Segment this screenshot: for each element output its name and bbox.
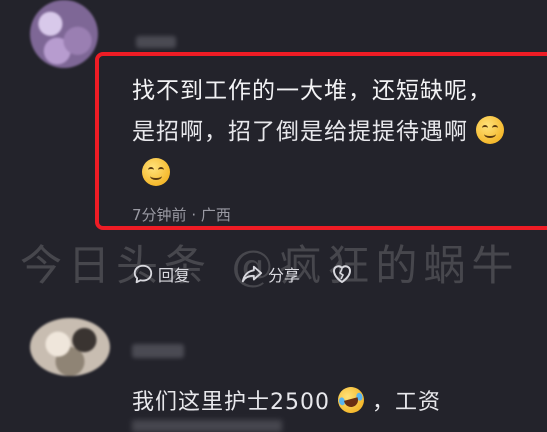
share-label: 分享 (268, 266, 301, 285)
smile-emoji-icon (142, 158, 170, 186)
reply-icon (133, 264, 153, 284)
commenter-avatar[interactable] (30, 0, 98, 68)
comment-text-line1: 找不到工作的一大堆，还短缺呢， (132, 78, 492, 104)
heart-icon (333, 265, 351, 283)
comment-time: 7分钟前 (132, 206, 187, 224)
comment-meta: 7分钟前 · 广西 (132, 204, 231, 225)
commenter-name-blurred[interactable] (136, 36, 176, 48)
comment2-text-part1: 我们这里护士2500 (132, 390, 330, 415)
reply-button[interactable]: 回复 (132, 262, 190, 286)
laughing-emoji-icon (335, 384, 367, 416)
smile-emoji-icon (476, 116, 505, 144)
comment2-text: 我们这里护士2500 ，工资 (132, 384, 441, 416)
share-icon (241, 265, 263, 283)
share-button[interactable]: 分享 (240, 262, 300, 286)
reply-label: 回复 (158, 266, 191, 285)
commenter2-name-blurred[interactable] (132, 344, 184, 358)
comment2-continuation-blurred (132, 420, 282, 432)
comment-region: 广西 (200, 206, 231, 224)
meta-separator: · (191, 206, 197, 224)
comment-text-line2: 是招啊，招了倒是给提提待遇啊 (132, 112, 505, 146)
commenter2-avatar[interactable] (30, 318, 110, 376)
comment-text-line2-text: 是招啊，招了倒是给提提待遇啊 (132, 119, 468, 145)
like-button[interactable] (330, 262, 358, 284)
comment2-text-part2: ，工资 (372, 390, 442, 415)
